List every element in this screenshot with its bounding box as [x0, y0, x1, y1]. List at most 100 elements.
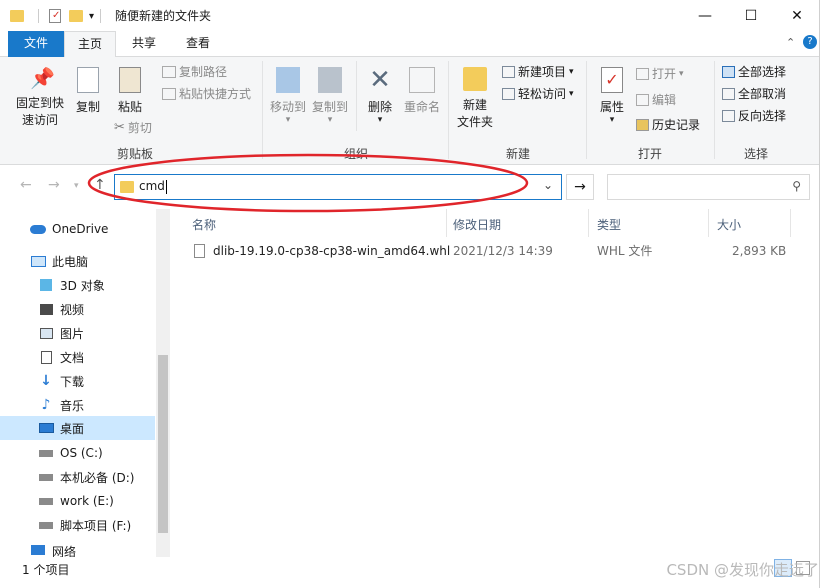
address-bar[interactable]: cmd ⌄ — [114, 174, 562, 200]
paste-shortcut-button[interactable]: 粘贴快捷方式 — [162, 85, 251, 103]
column-divider[interactable] — [790, 209, 791, 237]
address-input[interactable]: cmd — [139, 179, 167, 194]
download-icon: ↓ — [40, 373, 52, 389]
rename-icon — [409, 67, 435, 93]
folder-icon[interactable] — [10, 10, 24, 22]
copy-label: 复制 — [75, 100, 100, 114]
maximize-button[interactable]: ☐ — [728, 0, 774, 31]
nav-item-desktop[interactable]: 桌面 — [0, 416, 155, 440]
customize-toolbar-icon[interactable]: ▾ — [89, 11, 94, 22]
nav-item-label: 下载 — [60, 374, 85, 389]
nav-item-drive-e[interactable]: work (E:) — [38, 489, 155, 513]
minimize-button[interactable]: — — [682, 0, 728, 31]
recent-locations-icon[interactable]: ▾ — [74, 181, 79, 191]
nav-item-music[interactable]: ♪ 音乐 — [38, 393, 155, 417]
delete-label: 删除 — [367, 100, 392, 114]
drive-icon — [38, 518, 54, 532]
nav-item-downloads[interactable]: ↓ 下载 — [38, 369, 155, 393]
easy-access-label: 轻松访问 — [518, 87, 567, 101]
address-row: ← → ▾ ↑ cmd ⌄ → ⚲ — [0, 165, 819, 209]
nav-scrollbar[interactable] — [156, 209, 170, 557]
file-list: 名称 修改日期 类型 大小 dlib-19.19.0-cp38-cp38-win… — [172, 209, 819, 557]
music-icon: ♪ — [41, 397, 51, 413]
copy-button[interactable]: 复制 — [70, 67, 106, 116]
text-caret — [165, 179, 167, 194]
copy-to-button[interactable]: 复制到 ▾ — [310, 67, 350, 125]
edit-button[interactable]: 编辑 — [636, 91, 676, 109]
scissors-icon: ✂ — [114, 120, 125, 135]
invert-selection-button[interactable]: 反向选择 — [722, 107, 786, 125]
nav-item-label: 文档 — [60, 350, 85, 365]
nav-item-label: 网络 — [52, 545, 77, 557]
nav-scroll-thumb[interactable] — [158, 355, 168, 533]
ribbon-separator — [356, 61, 357, 131]
column-header-size[interactable]: 大小 — [717, 213, 741, 237]
open-label: 打开 — [652, 67, 677, 81]
folder-icon — [120, 181, 134, 193]
collapse-ribbon-icon[interactable]: ⌃ — [786, 36, 795, 49]
new-item-button[interactable]: 新建项目 ▾ — [502, 63, 574, 81]
forward-arrow-icon[interactable]: → — [48, 177, 60, 193]
rename-label: 重命名 — [403, 100, 440, 114]
help-icon[interactable]: ? — [803, 35, 817, 49]
clipboard-group-label: 剪贴板 — [116, 147, 153, 161]
nav-item-drive-c[interactable]: OS (C:) — [38, 441, 155, 465]
tab-file[interactable]: 文件 — [8, 31, 64, 57]
column-divider[interactable] — [588, 209, 589, 237]
paste-button[interactable]: 粘贴 — [112, 67, 148, 116]
nav-item-network[interactable]: 网络 — [30, 543, 155, 557]
new-folder-icon — [463, 67, 487, 91]
tab-view[interactable]: 查看 — [172, 31, 224, 57]
new-item-icon — [502, 66, 515, 78]
chevron-down-icon[interactable]: ⌄ — [543, 178, 553, 192]
nav-item-drive-d[interactable]: 本机必备 (D:) — [38, 465, 155, 489]
back-arrow-icon[interactable]: ← — [20, 177, 32, 193]
nav-item-documents[interactable]: 文档 — [38, 345, 155, 369]
history-button[interactable]: 历史记录 — [636, 116, 700, 134]
search-input[interactable]: ⚲ — [607, 174, 810, 200]
table-row[interactable]: dlib-19.19.0-cp38-cp38-win_amd64.whl 202… — [190, 240, 790, 262]
delete-button[interactable]: ✕ 删除 ▾ — [364, 67, 396, 125]
column-divider[interactable] — [446, 209, 447, 237]
title-bar: ✓ ▾ 随便新建的文件夹 — ☐ ✕ — [0, 0, 819, 31]
tab-home[interactable]: 主页 — [64, 31, 116, 58]
chevron-down-icon: ▾ — [679, 69, 684, 79]
network-icon — [30, 543, 46, 557]
easy-access-button[interactable]: 轻松访问 ▾ — [502, 85, 574, 103]
nav-item-3d-objects[interactable]: 3D 对象 — [38, 273, 155, 297]
nav-item-label: 此电脑 — [52, 254, 89, 269]
open-button[interactable]: 打开 ▾ — [636, 65, 684, 83]
tab-share[interactable]: 共享 — [118, 31, 170, 57]
explorer-window: ✓ ▾ 随便新建的文件夹 — ☐ ✕ 文件 主页 共享 查看 ⌃ ? 📌 固定到… — [0, 0, 820, 588]
chevron-down-icon: ▾ — [569, 67, 574, 77]
column-divider[interactable] — [708, 209, 709, 237]
column-header-name[interactable]: 名称 — [192, 213, 216, 237]
go-button[interactable]: → — [566, 174, 594, 200]
move-to-button[interactable]: 移动到 ▾ — [268, 67, 308, 125]
copy-path-button[interactable]: 复制路径 — [162, 63, 227, 81]
column-header-type[interactable]: 类型 — [597, 213, 621, 237]
up-arrow-icon[interactable]: ↑ — [94, 177, 106, 193]
close-button[interactable]: ✕ — [774, 0, 819, 31]
properties-check-icon[interactable]: ✓ — [49, 9, 61, 23]
new-folder-button[interactable]: 新建 文件夹 — [454, 67, 496, 131]
ribbon-separator — [586, 61, 587, 159]
copy-to-icon — [318, 67, 342, 93]
pin-quick-access-button[interactable]: 📌 固定到快 速访问 — [14, 67, 66, 129]
nav-item-drive-f[interactable]: 脚本项目 (F:) — [38, 513, 155, 537]
copy-icon — [77, 67, 99, 93]
column-header-date[interactable]: 修改日期 — [453, 213, 501, 237]
rename-button[interactable]: 重命名 — [402, 67, 442, 116]
cut-button[interactable]: ✂ 剪切 — [114, 119, 152, 137]
new-folder-icon[interactable] — [69, 10, 83, 22]
select-none-button[interactable]: 全部取消 — [722, 85, 786, 103]
properties-button[interactable]: ✓ 属性 ▾ — [594, 67, 630, 125]
picture-icon — [38, 326, 54, 340]
paste-shortcut-label: 粘贴快捷方式 — [179, 87, 252, 101]
nav-item-onedrive[interactable]: OneDrive — [30, 217, 155, 241]
nav-item-videos[interactable]: 视频 — [38, 297, 155, 321]
chevron-down-icon: ▾ — [569, 89, 574, 99]
nav-item-pictures[interactable]: 图片 — [38, 321, 155, 345]
nav-item-this-pc[interactable]: 此电脑 — [30, 249, 155, 273]
select-all-button[interactable]: 全部选择 — [722, 63, 786, 81]
